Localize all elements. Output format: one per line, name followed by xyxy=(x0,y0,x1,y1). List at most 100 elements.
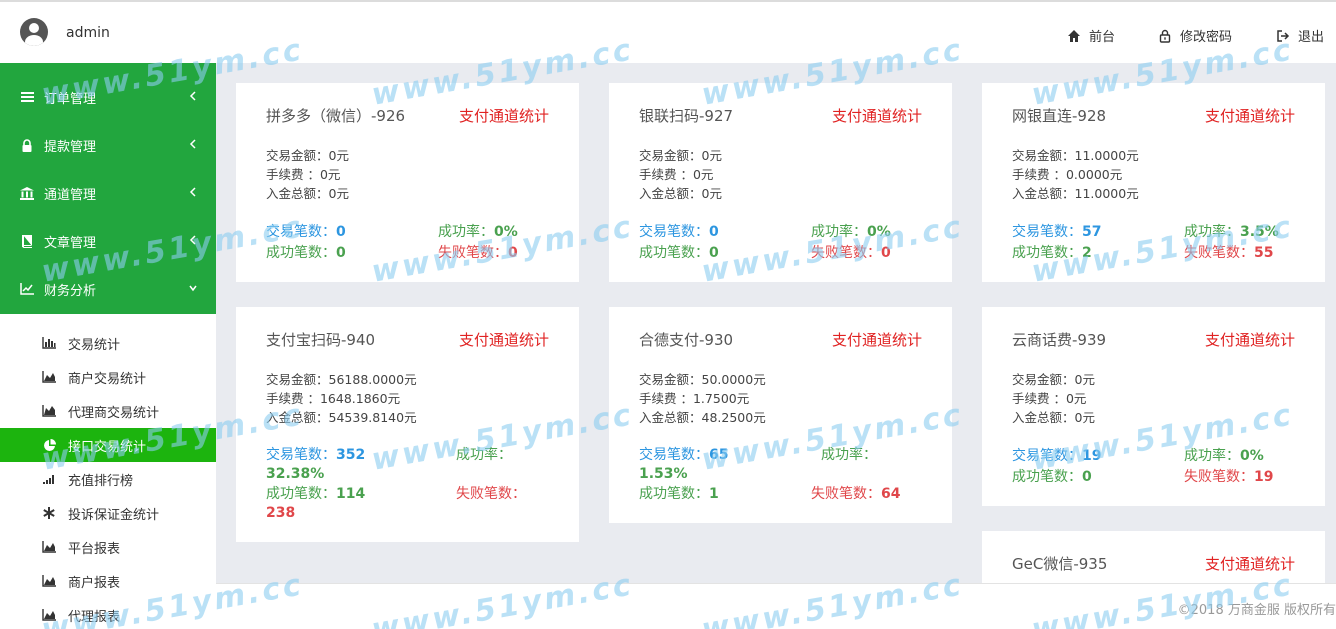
success-count: 0 xyxy=(709,245,719,261)
income-amount: 54539.8140元 xyxy=(328,410,417,425)
sidebar-item-label: 文章管理 xyxy=(44,235,97,251)
channel-amounts: 交易金额：50.0000元 手续费 ：1.7500元 入金总额：48.2500元 xyxy=(639,372,766,425)
lock-icon xyxy=(1159,29,1171,43)
change-password-link[interactable]: 修改密码 xyxy=(1158,26,1232,45)
channel-stats-link[interactable]: 支付通道统计 xyxy=(459,105,549,126)
chevron-left-icon xyxy=(189,235,196,245)
fee-amount: 1648.1860元 xyxy=(319,391,401,406)
trade-count: 0 xyxy=(709,224,719,240)
logout-icon xyxy=(1277,29,1290,42)
sidebar-item-channels[interactable]: 通道管理 xyxy=(0,169,216,217)
fee-amount: 0.0000元 xyxy=(1065,167,1123,182)
sidebar-subitem-recharge-ranking[interactable]: 充值排行榜 xyxy=(0,462,216,496)
sidebar-subitem-label: 商户交易统计 xyxy=(68,371,147,387)
logout-link[interactable]: 退出 xyxy=(1276,26,1324,45)
trade-amount: 11.0000元 xyxy=(1074,148,1139,163)
channel-stats-link[interactable]: 支付通道统计 xyxy=(1205,329,1295,350)
channel-stats-link[interactable]: 支付通道统计 xyxy=(459,329,549,350)
sidebar-item-orders[interactable]: 订单管理 xyxy=(0,73,216,121)
user-avatar-icon[interactable] xyxy=(20,18,48,46)
lock-icon xyxy=(20,138,34,152)
sidebar-subitem-merchant-stats[interactable]: 商户交易统计 xyxy=(0,360,216,394)
channel-title: 网银直连-928 xyxy=(1012,107,1107,125)
success-count: 2 xyxy=(1082,245,1092,261)
username[interactable]: admin xyxy=(66,25,110,41)
fee-amount: 0元 xyxy=(1065,391,1087,406)
channel-card: 合德支付-930 支付通道统计 交易金额：50.0000元 手续费 ：1.750… xyxy=(609,307,952,523)
bank-icon xyxy=(20,186,34,200)
channel-amounts: 交易金额：56188.0000元 手续费 ：1648.1860元 入金总额：54… xyxy=(266,372,417,425)
asterisk-icon xyxy=(42,506,56,520)
success-rate: 32.38% xyxy=(266,466,325,482)
sidebar-subitem-label: 交易统计 xyxy=(68,337,121,353)
channel-title: 银联扫码-927 xyxy=(639,107,734,125)
channel-card: 云商话费-939 支付通道统计 交易金额：0元 手续费 ：0元 入金总额：0元 … xyxy=(982,307,1325,506)
success-rate: 0% xyxy=(494,224,518,240)
sidebar-item-withdrawals[interactable]: 提款管理 xyxy=(0,121,216,169)
channel-title: 云商话费-939 xyxy=(1012,331,1107,349)
change-password-label: 修改密码 xyxy=(1180,30,1233,45)
sidebar-subitem-label: 代理报表 xyxy=(68,609,121,625)
channel-card: 拼多多（微信）-926 支付通道统计 交易金额：0元 手续费 ：0元 入金总额：… xyxy=(236,83,579,282)
sidebar-item-label: 订单管理 xyxy=(44,91,97,107)
fee-amount: 0元 xyxy=(692,167,714,182)
success-rate: 1.53% xyxy=(639,466,688,482)
area-chart-icon xyxy=(42,370,56,384)
sidebar-subitem-label: 接口交易统计 xyxy=(68,439,147,455)
top-header: admin 前台 修改密码 退出 xyxy=(0,0,1336,63)
channel-stats-link[interactable]: 支付通道统计 xyxy=(1205,105,1295,126)
sidebar-subitem-complaint-deposit[interactable]: 投诉保证金统计 xyxy=(0,496,216,530)
fee-amount: 0元 xyxy=(319,167,341,182)
area-chart-icon xyxy=(42,404,56,418)
channel-title: 合德支付-930 xyxy=(639,331,734,349)
trade-count: 57 xyxy=(1082,224,1102,240)
sidebar-item-articles[interactable]: 文章管理 xyxy=(0,217,216,265)
channel-stats-link[interactable]: 支付通道统计 xyxy=(832,329,922,350)
success-rate: 0% xyxy=(867,224,891,240)
sidebar-subitem-platform-report[interactable]: 平台报表 xyxy=(0,530,216,564)
finance-submenu: 交易统计 商户交易统计 代理商交易统计 接口交易统计 充值排行榜 投诉保证金统计… xyxy=(0,314,216,629)
income-amount: 0元 xyxy=(328,186,349,201)
channel-title: GeC微信-935 xyxy=(1012,555,1108,573)
sidebar-subitem-label: 平台报表 xyxy=(68,541,121,557)
success-count: 0 xyxy=(336,245,346,261)
trade-count: 65 xyxy=(709,447,729,463)
sidebar-subitem-interface-stats[interactable]: 接口交易统计 xyxy=(0,428,216,462)
income-amount: 0元 xyxy=(1074,410,1095,425)
channel-amounts: 交易金额：11.0000元 手续费 ：0.0000元 入金总额：11.0000元 xyxy=(1012,148,1139,201)
channel-amounts: 交易金额：0元 手续费 ：0元 入金总额：0元 xyxy=(639,148,722,201)
area-chart-icon xyxy=(42,540,56,554)
chevron-left-icon xyxy=(189,91,196,101)
fail-count: 64 xyxy=(881,486,901,502)
frontend-link[interactable]: 前台 xyxy=(1067,26,1115,45)
success-count: 1 xyxy=(709,486,719,502)
income-amount: 0元 xyxy=(701,186,722,201)
sidebar-item-finance[interactable]: 财务分析 xyxy=(0,265,216,313)
sidebar-subitem-trade-stats[interactable]: 交易统计 xyxy=(0,326,216,360)
fail-count: 55 xyxy=(1254,245,1274,261)
trade-amount: 56188.0000元 xyxy=(328,372,417,387)
signal-icon xyxy=(42,472,56,486)
copyright-text: ©2018 万商金服 版权所有 xyxy=(1177,603,1336,618)
sidebar-subitem-label: 商户报表 xyxy=(68,575,121,591)
income-amount: 11.0000元 xyxy=(1074,186,1139,201)
channel-stats-link[interactable]: 支付通道统计 xyxy=(832,105,922,126)
success-count: 114 xyxy=(336,486,366,502)
area-chart-icon xyxy=(42,574,56,588)
channel-card: 网银直连-928 支付通道统计 交易金额：11.0000元 手续费 ：0.000… xyxy=(982,83,1325,282)
channel-card: GeC微信-935 支付通道统计 xyxy=(982,531,1325,583)
sidebar-subitem-agent-stats[interactable]: 代理商交易统计 xyxy=(0,394,216,428)
trade-count: 352 xyxy=(336,447,366,463)
logout-label: 退出 xyxy=(1298,30,1325,45)
sidebar-subitem-label: 充值排行榜 xyxy=(68,473,134,489)
channel-title: 拼多多（微信）-926 xyxy=(266,107,406,125)
channel-amounts: 交易金额：0元 手续费 ：0元 入金总额：0元 xyxy=(266,148,349,201)
sidebar-item-label: 提款管理 xyxy=(44,139,97,155)
frontend-link-label: 前台 xyxy=(1089,30,1116,45)
sidebar-subitem-merchant-report[interactable]: 商户报表 xyxy=(0,564,216,598)
channel-stats-link[interactable]: 支付通道统计 xyxy=(1205,553,1295,574)
trade-count: 0 xyxy=(336,224,346,240)
chevron-left-icon xyxy=(189,187,196,197)
sidebar-subitem-agent-report[interactable]: 代理报表 xyxy=(0,598,216,629)
chevron-left-icon xyxy=(189,139,196,149)
